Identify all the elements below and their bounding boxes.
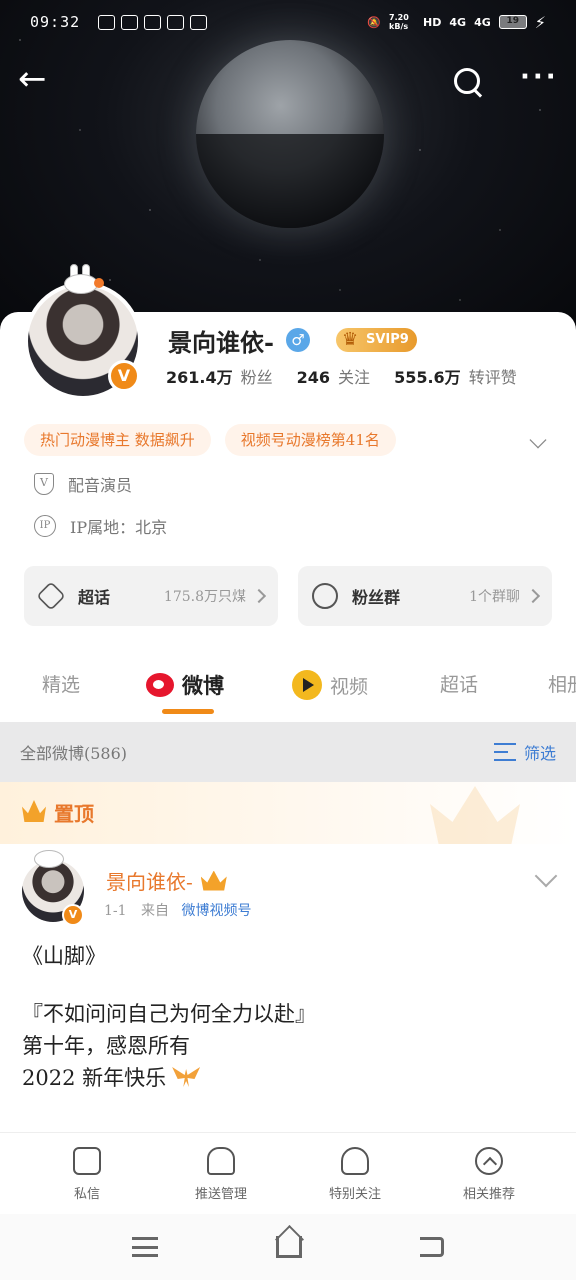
verified-badge: V <box>108 360 140 392</box>
tab-weibo[interactable]: 微博 <box>146 670 224 700</box>
profile-tabs: 精选 微博 视频 超话 相册 <box>0 656 576 718</box>
ip-icon: IP <box>34 515 56 537</box>
filter-bar: 全部微博(586) 筛选 <box>0 722 576 782</box>
filter-icon <box>493 743 516 761</box>
group-icon <box>312 583 338 609</box>
profile-name: 景向谁依- <box>168 327 274 357</box>
back-icon[interactable] <box>420 1237 444 1257</box>
app-notification-icon <box>190 14 208 30</box>
tag-hot-blogger[interactable]: 热门动漫博主 数据飙升 <box>24 424 211 456</box>
tag-row: 热门动漫博主 数据飙升 视频号动漫榜第41名 <box>24 424 396 456</box>
bunny-pendant-icon <box>34 850 64 868</box>
action-push-settings[interactable]: 推送管理 <box>154 1133 288 1214</box>
signal-icon: 4G <box>474 15 491 29</box>
app-notification-icon <box>98 14 116 30</box>
pinned-post[interactable]: V 景向谁依- 1-1 来自 微博视频号 《山脚》 『不如问问自己为何全力以赴』… <box>0 844 576 1134</box>
crown-icon <box>200 870 227 891</box>
search-icon[interactable] <box>452 66 484 98</box>
pinned-header: 置顶 <box>0 782 576 846</box>
battery-icon: 19 <box>498 15 527 29</box>
hd-badge: HD <box>423 15 442 29</box>
signal-icon: 4G <box>449 15 467 29</box>
post-source-link[interactable]: 微博视频号 <box>181 903 251 919</box>
back-arrow-icon[interactable]: ← <box>18 62 58 100</box>
mute-icon: 🔕 <box>367 15 382 29</box>
butterfly-icon <box>172 1067 201 1087</box>
super-topic-box[interactable]: 超话 175.8万只煤 <box>24 566 278 626</box>
tab-featured[interactable]: 精选 <box>42 670 80 697</box>
info-occupation: V 配音演员 <box>34 472 132 496</box>
tab-album[interactable]: 相册 <box>548 670 576 697</box>
app-notification-icon <box>121 14 139 30</box>
filter-button[interactable]: 筛选 <box>493 740 556 764</box>
weibo-notification-icon <box>167 14 185 30</box>
chevron-right-icon <box>251 588 267 604</box>
home-icon[interactable] <box>276 1236 302 1258</box>
shield-icon: V <box>34 473 54 495</box>
person-star-icon <box>341 1147 369 1175</box>
chevron-up-circle-icon <box>475 1147 503 1175</box>
crown-icon <box>22 800 46 822</box>
post-author[interactable]: 景向谁依- <box>106 866 227 895</box>
chevron-down-icon[interactable] <box>534 864 558 888</box>
video-play-icon <box>292 670 322 700</box>
status-time: 09:32 <box>30 13 81 31</box>
active-tab-indicator <box>162 709 214 714</box>
message-icon <box>73 1147 101 1175</box>
fan-group-box[interactable]: 粉丝群 1个群聊 <box>298 566 552 626</box>
top-bar: ← ··· <box>0 58 576 106</box>
bottom-action-bar: 私信 推送管理 特别关注 相关推荐 <box>0 1132 576 1214</box>
post-text: 《山脚》 『不如问问自己为何全力以赴』 第十年，感恩所有 2022 新年快乐 <box>22 944 316 1090</box>
network-speed: 7.20 kB/s <box>389 13 409 31</box>
bell-icon <box>207 1147 235 1175</box>
system-nav-bar <box>0 1214 576 1280</box>
action-related[interactable]: 相关推荐 <box>422 1133 556 1214</box>
crown-watermark-icon <box>430 786 520 846</box>
stat-reposts[interactable]: 555.6万 转评赞 <box>394 364 517 388</box>
diamond-icon <box>36 581 66 611</box>
status-bar: 09:32 🔕 7.20 kB/s HD 4G 4G 19 ⚡ <box>0 0 576 44</box>
male-gender-icon: ♂ <box>285 328 310 352</box>
all-weibo-count: 全部微博(586) <box>20 744 128 763</box>
action-special-follow[interactable]: 特别关注 <box>288 1133 422 1214</box>
stat-following[interactable]: 246 关注 <box>297 364 370 388</box>
action-message[interactable]: 私信 <box>20 1133 154 1214</box>
name-row: 景向谁依- ♂ SVIP9 <box>168 322 417 358</box>
menu-icon[interactable] <box>132 1237 158 1257</box>
stats-row: 261.4万 粉丝 246 关注 555.6万 转评赞 <box>166 364 517 388</box>
info-ip-location: IP IP属地：北京 <box>34 514 167 538</box>
verified-badge: V <box>62 904 84 926</box>
more-dots-icon[interactable]: ··· <box>520 64 560 90</box>
svip-badge[interactable]: SVIP9 <box>335 328 417 352</box>
tab-super-topic[interactable]: 超话 <box>440 670 478 697</box>
tab-video[interactable]: 视频 <box>292 670 368 700</box>
bunny-pendant-icon <box>60 264 104 294</box>
post-meta: 1-1 来自 微博视频号 <box>104 903 252 919</box>
chevron-right-icon <box>525 588 541 604</box>
stat-followers[interactable]: 261.4万 粉丝 <box>166 364 273 388</box>
tag-video-rank[interactable]: 视频号动漫榜第41名 <box>224 424 396 456</box>
wechat-icon <box>144 14 162 30</box>
feature-boxes: 超话 175.8万只煤 粉丝群 1个群聊 <box>24 566 552 626</box>
charging-icon: ⚡ <box>534 12 546 32</box>
weibo-icon <box>146 673 174 697</box>
pinned-label: 置顶 <box>54 802 94 826</box>
